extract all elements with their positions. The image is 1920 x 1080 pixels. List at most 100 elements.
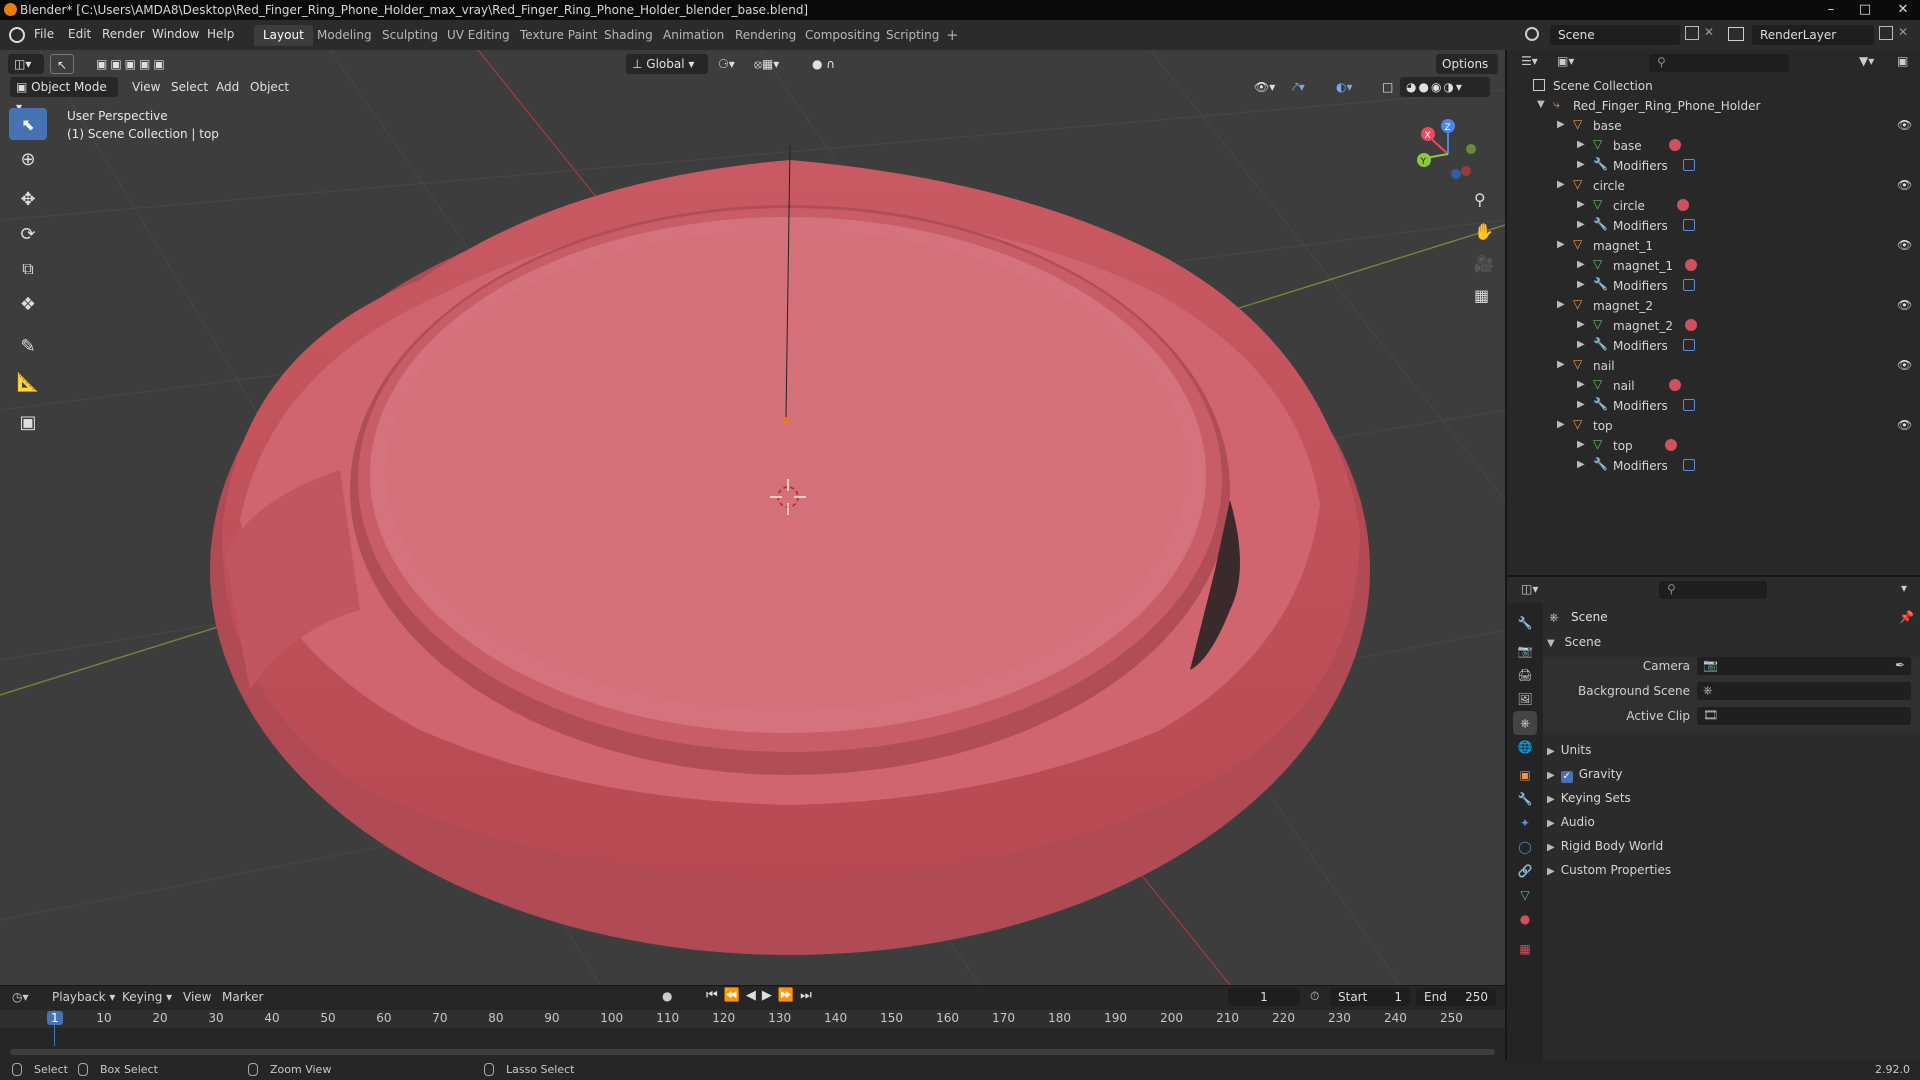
chevron-right-icon[interactable]: ▶: [1577, 199, 1585, 210]
view-layer-field[interactable]: RenderLayer: [1752, 25, 1874, 45]
properties-section[interactable]: ▶ Audio: [1547, 815, 1595, 837]
outliner[interactable]: ☰▾ ▣▾ ⚲ ▼▾ ▣ Scene Collection ▼ ⤷ Red_Fi…: [1505, 50, 1920, 575]
selection-mode-buttons[interactable]: ▣▣▣▣▣: [90, 54, 186, 74]
gravity-checkbox[interactable]: ✓: [1560, 771, 1573, 783]
add-workspace-icon[interactable]: +: [946, 26, 959, 44]
delete-view-layer-icon[interactable]: ✕: [1898, 25, 1908, 39]
viewport-menu-object[interactable]: Object: [244, 77, 295, 97]
modifier-tab-icon[interactable]: 🔧: [1513, 787, 1537, 811]
chevron-right-icon[interactable]: ▶: [1577, 319, 1585, 330]
particles-tab-icon[interactable]: ✦: [1513, 811, 1537, 835]
minimize-button[interactable]: –: [1818, 0, 1844, 20]
eye-icon[interactable]: 👁: [1897, 418, 1912, 432]
new-collection-icon[interactable]: ▣: [1897, 54, 1908, 68]
data-tab-icon[interactable]: ▽: [1513, 883, 1537, 907]
tab-shading[interactable]: Shading: [595, 25, 662, 46]
pivot-point-icon[interactable]: ⚆▾: [712, 54, 744, 74]
current-frame-field[interactable]: 1: [1228, 988, 1300, 1006]
display-mode-icon[interactable]: ▣▾: [1557, 54, 1574, 68]
viewport-menu-view[interactable]: View: [126, 77, 166, 97]
menu-window[interactable]: Window: [152, 27, 199, 41]
gizmo-toggle-icon[interactable]: ⤤▾: [1286, 77, 1311, 97]
material-tab-icon[interactable]: ●: [1513, 907, 1537, 931]
tool-tab-icon[interactable]: 🔧: [1513, 611, 1537, 635]
scale-tool[interactable]: ⧉: [9, 253, 47, 285]
scene-tab-icon[interactable]: ⎈: [1513, 711, 1537, 735]
end-frame-field[interactable]: End 250: [1416, 988, 1496, 1006]
ring-phone-holder-model[interactable]: [210, 160, 1370, 955]
chevron-right-icon[interactable]: ▶: [1557, 359, 1565, 370]
select-tool-button[interactable]: ↖: [50, 54, 74, 74]
playback-controls[interactable]: ⏮⏪◀▶⏩⏭: [706, 988, 818, 1003]
visibility-icon[interactable]: 👁▾: [1248, 77, 1281, 97]
scene-field[interactable]: Scene: [1550, 25, 1680, 45]
properties-editor[interactable]: ◫▾ ⚲ ▾ 🔧 📷 🖨 🖼 ⎈ 🌐 ▣ 🔧 ✦ ◯ 🔗 ▽ ● ▦ ⎈ Sce…: [1505, 575, 1920, 1063]
mesh-row[interactable]: ▶ ▽ circle: [1507, 196, 1920, 216]
3d-viewport[interactable]: ◫▾ ↖ ▣▣▣▣▣ ⊥ Global ▾ ⚆▾ ⦻▦▾ ● ∩ Options…: [0, 50, 1505, 985]
chevron-right-icon[interactable]: ▶: [1557, 419, 1565, 430]
menu-edit[interactable]: Edit: [68, 27, 91, 41]
tab-scripting[interactable]: Scripting: [877, 25, 948, 46]
modifiers-row[interactable]: ▶ 🔧 Modifiers: [1507, 216, 1920, 236]
tab-sculpting[interactable]: Sculpting: [373, 25, 447, 46]
snap-icon[interactable]: ⦻▦▾: [748, 54, 798, 74]
tab-uv-editing[interactable]: UV Editing: [438, 25, 519, 46]
tab-compositing[interactable]: Compositing: [796, 25, 889, 46]
view-layer-tab-icon[interactable]: 🖼: [1513, 687, 1537, 711]
modifiers-row[interactable]: ▶ 🔧 Modifiers: [1507, 276, 1920, 296]
filter-icon[interactable]: ▼▾: [1859, 54, 1874, 68]
tab-animation[interactable]: Animation: [654, 25, 733, 46]
chevron-right-icon[interactable]: ▶: [1577, 159, 1585, 170]
add-cube-tool[interactable]: ▣: [9, 406, 47, 438]
tab-layout[interactable]: Layout: [254, 25, 313, 46]
modifiers-row[interactable]: ▶ 🔧 Modifiers: [1507, 156, 1920, 176]
chevron-right-icon[interactable]: ▶: [1577, 219, 1585, 230]
chevron-right-icon[interactable]: ▶: [1557, 239, 1565, 250]
xray-icon[interactable]: □: [1376, 77, 1399, 97]
pin-icon[interactable]: 📌: [1899, 610, 1914, 624]
ortho-grid-icon[interactable]: ▦: [1474, 286, 1489, 305]
view-layer-icon[interactable]: [1728, 27, 1744, 41]
chevron-right-icon[interactable]: ▶: [1577, 259, 1585, 270]
chevron-right-icon[interactable]: ▶: [1577, 139, 1585, 150]
move-tool[interactable]: ✥: [9, 183, 47, 215]
menu-help[interactable]: Help: [207, 27, 234, 41]
chevron-right-icon[interactable]: ▶: [1577, 399, 1585, 410]
chevron-right-icon[interactable]: ▶: [1557, 179, 1565, 190]
object-row[interactable]: ▶ ▽ nail 👁: [1507, 356, 1920, 376]
close-button[interactable]: ✕: [1886, 0, 1920, 20]
timeline-menu-marker[interactable]: Marker: [222, 990, 263, 1004]
maximize-button[interactable]: □: [1852, 0, 1878, 20]
object-row[interactable]: ▶ ▽ magnet_2 👁: [1507, 296, 1920, 316]
pan-hand-icon[interactable]: ✋: [1474, 222, 1494, 241]
start-frame-field[interactable]: Start 1: [1330, 988, 1410, 1006]
eye-icon[interactable]: 👁: [1897, 238, 1912, 252]
scene-icon[interactable]: [1525, 27, 1539, 41]
chevron-right-icon[interactable]: ▶: [1577, 439, 1585, 450]
mesh-row[interactable]: ▶ ▽ magnet_2: [1507, 316, 1920, 336]
viewport-scene[interactable]: [0, 50, 1505, 985]
eye-icon[interactable]: 👁: [1897, 178, 1912, 192]
chevron-right-icon[interactable]: ▶: [1577, 339, 1585, 350]
properties-section[interactable]: ▶ Units: [1547, 743, 1591, 765]
output-tab-icon[interactable]: 🖨: [1513, 663, 1537, 687]
overlays-icon[interactable]: ◐▾: [1330, 77, 1359, 97]
outliner-search-input[interactable]: ⚲: [1649, 54, 1789, 72]
timeline-editor-icon[interactable]: ◷▾: [12, 990, 29, 1004]
eye-icon[interactable]: 👁: [1897, 298, 1912, 312]
properties-options-icon[interactable]: ▾: [1901, 581, 1907, 595]
chevron-right-icon[interactable]: ▶: [1577, 379, 1585, 390]
camera-view-icon[interactable]: 🎥: [1474, 254, 1494, 273]
render-tab-icon[interactable]: 📷: [1513, 639, 1537, 663]
eyedropper-icon[interactable]: ✒: [1895, 658, 1905, 672]
world-tab-icon[interactable]: 🌐: [1513, 735, 1537, 759]
chevron-right-icon[interactable]: ▶: [1557, 119, 1565, 130]
modifiers-row[interactable]: ▶ 🔧 Modifiers: [1507, 456, 1920, 476]
object-row[interactable]: ▶ ▽ base 👁: [1507, 116, 1920, 136]
timeline-menu-view[interactable]: View: [183, 990, 211, 1004]
object-row[interactable]: ▶ ▽ magnet_1 👁: [1507, 236, 1920, 256]
zoom-icon[interactable]: ⚲: [1474, 190, 1486, 209]
options-dropdown[interactable]: Options ▾: [1436, 54, 1498, 91]
modifiers-row[interactable]: ▶ 🔧 Modifiers: [1507, 336, 1920, 356]
texture-tab-icon[interactable]: ▦: [1513, 937, 1537, 961]
